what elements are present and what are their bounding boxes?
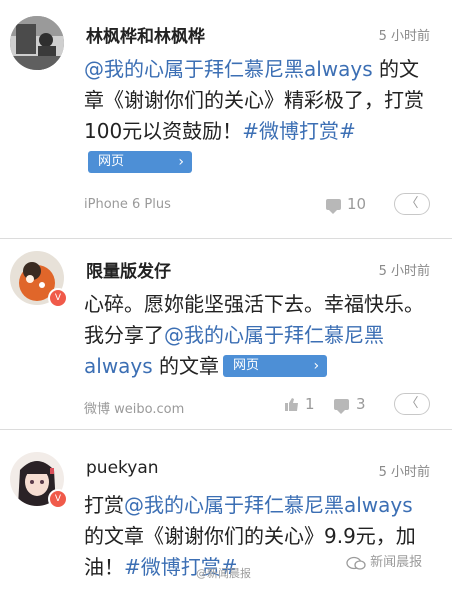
comment-icon[interactable] — [326, 199, 341, 214]
post-text: 打赏 — [84, 493, 124, 517]
post-author[interactable]: puekyan — [86, 458, 159, 478]
more-button[interactable]: 〈 — [394, 193, 430, 215]
webpage-link-chip[interactable]: 网页 › — [223, 354, 328, 377]
user-photo-icon — [10, 16, 64, 70]
post-text: 的文章 — [152, 354, 220, 378]
like-icon[interactable] — [285, 397, 299, 411]
chip-label: 网页 — [233, 357, 260, 373]
watermark-overlay: @新闻晨报 — [196, 567, 251, 580]
avatar[interactable] — [10, 16, 64, 70]
post-time: 5 小时前 — [378, 264, 430, 279]
comment-icon[interactable] — [334, 399, 349, 414]
list-item: 林枫桦和林枫桦 5 小时前 @我的心属于拜仁慕尼黑always 的文章《谢谢你们… — [0, 0, 452, 238]
chevron-right-icon: › — [313, 357, 320, 374]
post-time: 5 小时前 — [378, 465, 430, 480]
wechat-icon — [346, 556, 366, 570]
watermark-text: 新闻晨报 — [370, 555, 423, 570]
hashtag-link[interactable]: #微博打赏# — [242, 119, 356, 143]
post-time: 5 小时前 — [378, 29, 430, 44]
watermark: 新闻晨报 — [346, 551, 422, 570]
post-author[interactable]: 限量版发仔 — [86, 257, 171, 282]
post-source: iPhone 6 Plus — [84, 197, 171, 212]
verified-badge-icon: V — [48, 288, 68, 308]
chip-label: 网页 — [98, 153, 125, 169]
more-button[interactable]: 〈 — [394, 393, 430, 415]
post-source: 微博 weibo.com — [84, 402, 185, 417]
webpage-link-chip[interactable]: 网页 › — [88, 150, 192, 173]
post-body: @我的心属于拜仁慕尼黑always 的文章《谢谢你们的关心》精彩极了，打赏100… — [84, 54, 436, 178]
post-body: 心碎。愿妳能坚强活下去。幸福快乐。 我分享了@我的心属于拜仁慕尼黑always … — [84, 289, 436, 382]
like-count[interactable]: 1 — [305, 395, 315, 413]
comment-count[interactable]: 3 — [356, 395, 366, 413]
mention-link[interactable]: @我的心属于拜仁慕尼黑always — [84, 57, 373, 81]
post-author[interactable]: 林枫桦和林枫桦 — [86, 22, 205, 47]
mention-link[interactable]: @我的心属于拜仁慕尼黑always — [124, 493, 413, 517]
comment-feed: 林枫桦和林枫桦 5 小时前 @我的心属于拜仁慕尼黑always 的文章《谢谢你们… — [0, 0, 452, 601]
chevron-right-icon: › — [178, 153, 184, 170]
comment-count[interactable]: 10 — [347, 195, 366, 213]
verified-badge-icon: V — [48, 489, 68, 509]
list-item: V 限量版发仔 5 小时前 心碎。愿妳能坚强活下去。幸福快乐。 我分享了@我的心… — [0, 239, 452, 429]
